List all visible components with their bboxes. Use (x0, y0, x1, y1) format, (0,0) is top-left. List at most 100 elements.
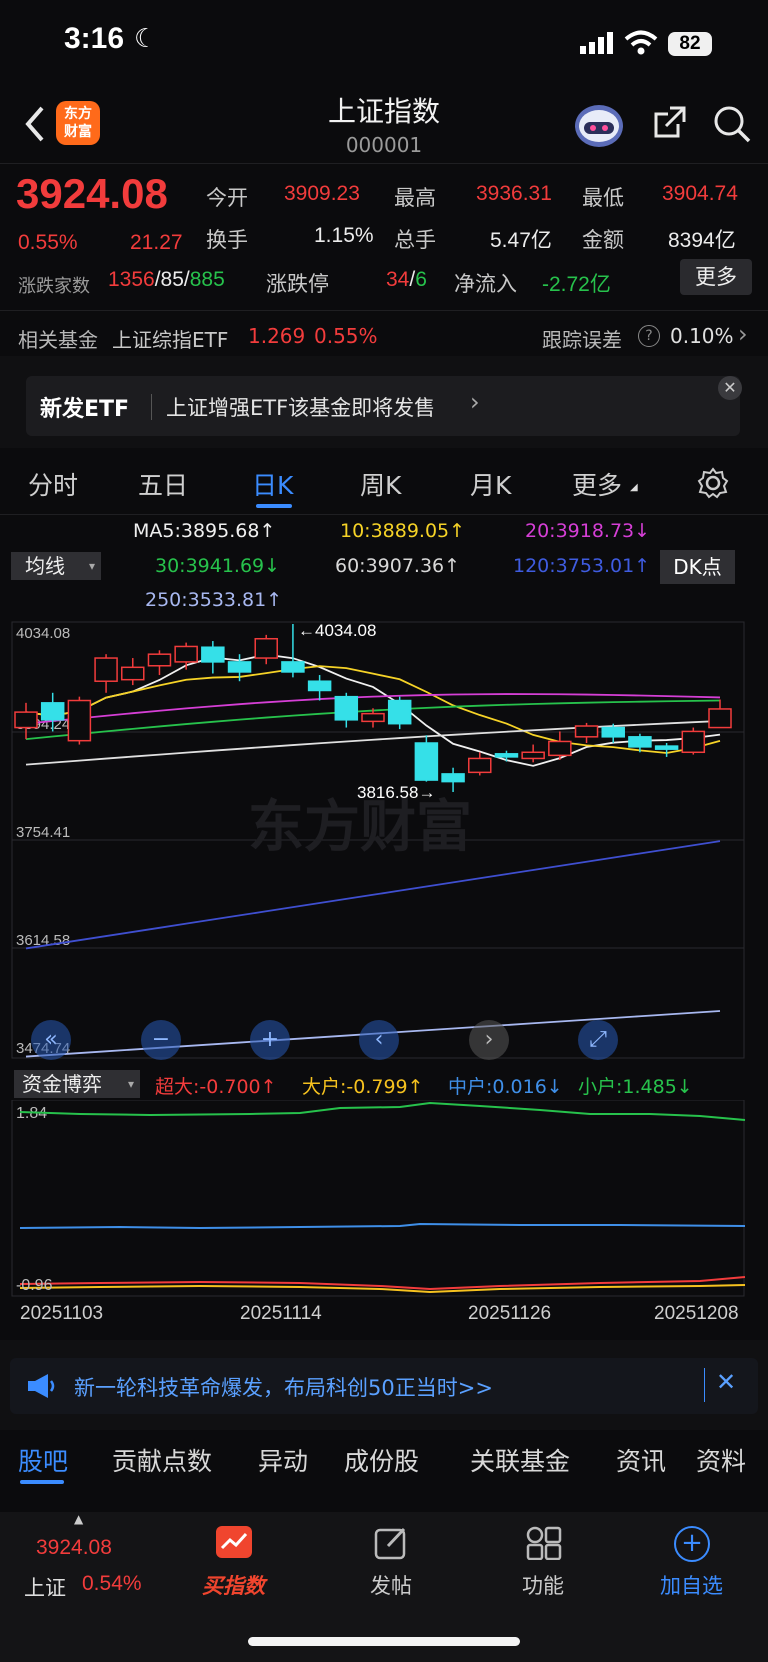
pan-left-icon[interactable]: ‹ (359, 1020, 399, 1060)
tabs-divider (0, 514, 768, 515)
ma120-value: 120:3753.01↑ (513, 555, 651, 577)
watermark: 东方财富 (248, 795, 472, 858)
help-icon[interactable]: ? (638, 325, 660, 347)
signal-icon (580, 32, 613, 54)
tab-intraday[interactable]: 分时 (28, 466, 78, 502)
share-icon[interactable] (652, 104, 688, 140)
related-fund-price: 1.269 (248, 324, 306, 348)
candle-body (468, 757, 492, 774)
low-label: 最低 (582, 186, 624, 210)
header-divider (0, 163, 768, 164)
tab-constituents[interactable]: 成份股 (344, 1442, 419, 1478)
candle-body (334, 695, 359, 721)
ma-dropdown-icon: ▾ (88, 559, 95, 573)
candle-body (494, 753, 519, 758)
date-label-4: 20251208 (654, 1303, 739, 1324)
date-label-2: 20251114 (240, 1303, 322, 1324)
tab-guba[interactable]: 股吧 (18, 1442, 68, 1478)
status-time: 3:16 (64, 22, 125, 55)
candle-body (40, 702, 65, 721)
candle-body (281, 661, 305, 673)
candle-body (67, 699, 92, 742)
fullscreen-icon[interactable]: ⤢ (578, 1020, 618, 1060)
promo-text: 新一轮科技革命爆发，布局科创50正当时>> (74, 1376, 493, 1400)
ma20-value: 20:3918.73↓ (525, 520, 651, 542)
date-label-1: 20251103 (20, 1303, 104, 1324)
tab-daily-k[interactable]: 日K (252, 466, 293, 502)
volume-value: 5.47亿 (490, 229, 552, 252)
tab-monthly-k[interactable]: 月K (470, 466, 511, 502)
candle-body (14, 711, 38, 729)
candle-body (201, 646, 225, 663)
tab-five-day[interactable]: 五日 (138, 466, 188, 502)
low-value: 3904.74 (662, 182, 738, 205)
kline-chart[interactable]: 东方财富 4034.083894.243754.413614.583474.74… (0, 616, 768, 1064)
tab-weekly-k[interactable]: 周K (360, 466, 401, 502)
tab-contribution[interactable]: 贡献点数 (112, 1442, 212, 1478)
tracking-error-value: 0.10% (670, 324, 734, 348)
related-fund-name[interactable]: 上证综指ETF (112, 324, 228, 353)
date-label-3: 20251126 (468, 1303, 552, 1324)
home-indicator (248, 1637, 520, 1646)
candle-body (414, 742, 439, 781)
fund-chart-border (11, 1100, 745, 1297)
pan-right-icon[interactable]: › (469, 1020, 509, 1060)
post-button[interactable]: 发帖 (364, 1526, 424, 1608)
amount-value: 8394亿 (668, 229, 736, 252)
tab-profile[interactable]: 资料 (696, 1442, 746, 1478)
buy-index-button[interactable]: 买指数 (200, 1526, 276, 1608)
fund-flow-selector[interactable]: 资金博弈 ▾ (14, 1070, 140, 1098)
etf-banner[interactable]: 新发ETF 上证增强ETF该基金即将发售 › (26, 376, 740, 436)
function-button[interactable]: 功能 (516, 1526, 576, 1608)
tab-more[interactable]: 更多 (572, 466, 622, 502)
buy-chart-icon (216, 1526, 252, 1558)
add-watchlist-label: 加自选 (660, 1574, 723, 1598)
candle-body (601, 726, 625, 738)
zoom-in-icon[interactable]: + (250, 1020, 290, 1060)
more-button[interactable]: 更多 (680, 259, 752, 295)
fund-dropdown-icon: ▾ (127, 1077, 134, 1091)
turnover-value: 1.15% (314, 224, 374, 247)
promo-banner[interactable]: 新一轮科技革命爆发，布局科创50正当时>> ✕ (10, 1358, 758, 1414)
candle-body (254, 637, 278, 659)
related-fund-pct: 0.55% (314, 324, 378, 348)
tab-news[interactable]: 资讯 (616, 1442, 666, 1478)
tab-movement[interactable]: 异动 (258, 1442, 308, 1478)
netflow-label: 净流入 (454, 272, 517, 296)
edit-icon (374, 1526, 410, 1564)
post-label: 发帖 (370, 1574, 412, 1598)
search-icon[interactable] (712, 104, 752, 144)
dk-point-button[interactable]: DK点 (660, 550, 735, 584)
wifi-icon (624, 30, 658, 55)
ma-selector[interactable]: 均线 ▾ (11, 552, 101, 580)
volume-label: 总手 (394, 228, 436, 252)
promo-divider (704, 1368, 705, 1402)
ma60-value: 60:3907.36↑ (335, 555, 461, 577)
ma250-value: 250:3533.81↑ (145, 589, 283, 611)
candle-body (94, 657, 118, 682)
price-axis-label: 4034.08 (16, 625, 70, 642)
robot-assistant-icon[interactable] (574, 100, 624, 148)
more-dropdown-icon: ◢ (630, 482, 638, 493)
function-label: 功能 (522, 1574, 564, 1598)
rewind-icon[interactable]: « (31, 1020, 71, 1060)
zoom-out-icon[interactable]: − (141, 1020, 181, 1060)
price-axis-label: 3754.41 (16, 824, 70, 841)
settings-gear-icon[interactable] (696, 466, 730, 500)
candle-body (708, 708, 732, 729)
chevron-right-icon[interactable]: › (738, 320, 748, 348)
low-annotation: 3816.58→ (357, 783, 435, 802)
etf-banner-text: 上证增强ETF该基金即将发售 (166, 396, 436, 420)
breadth-values: 1356/85/885 (108, 268, 225, 292)
ma5-value: MA5:3895.68↑ (133, 520, 276, 542)
up-count: 1356 (108, 268, 155, 291)
high-annotation: ←4034.08 (298, 621, 376, 640)
add-watchlist-button[interactable]: + 加自选 (656, 1526, 732, 1608)
tab-linked-funds[interactable]: 关联基金 (470, 1442, 570, 1478)
candle-body (174, 645, 198, 663)
small-flow-line (19, 1101, 746, 1121)
close-banner-icon[interactable]: ✕ (718, 376, 742, 400)
candle-body (441, 773, 465, 783)
promo-close-icon[interactable]: ✕ (716, 1368, 736, 1396)
candle-body (521, 751, 545, 760)
